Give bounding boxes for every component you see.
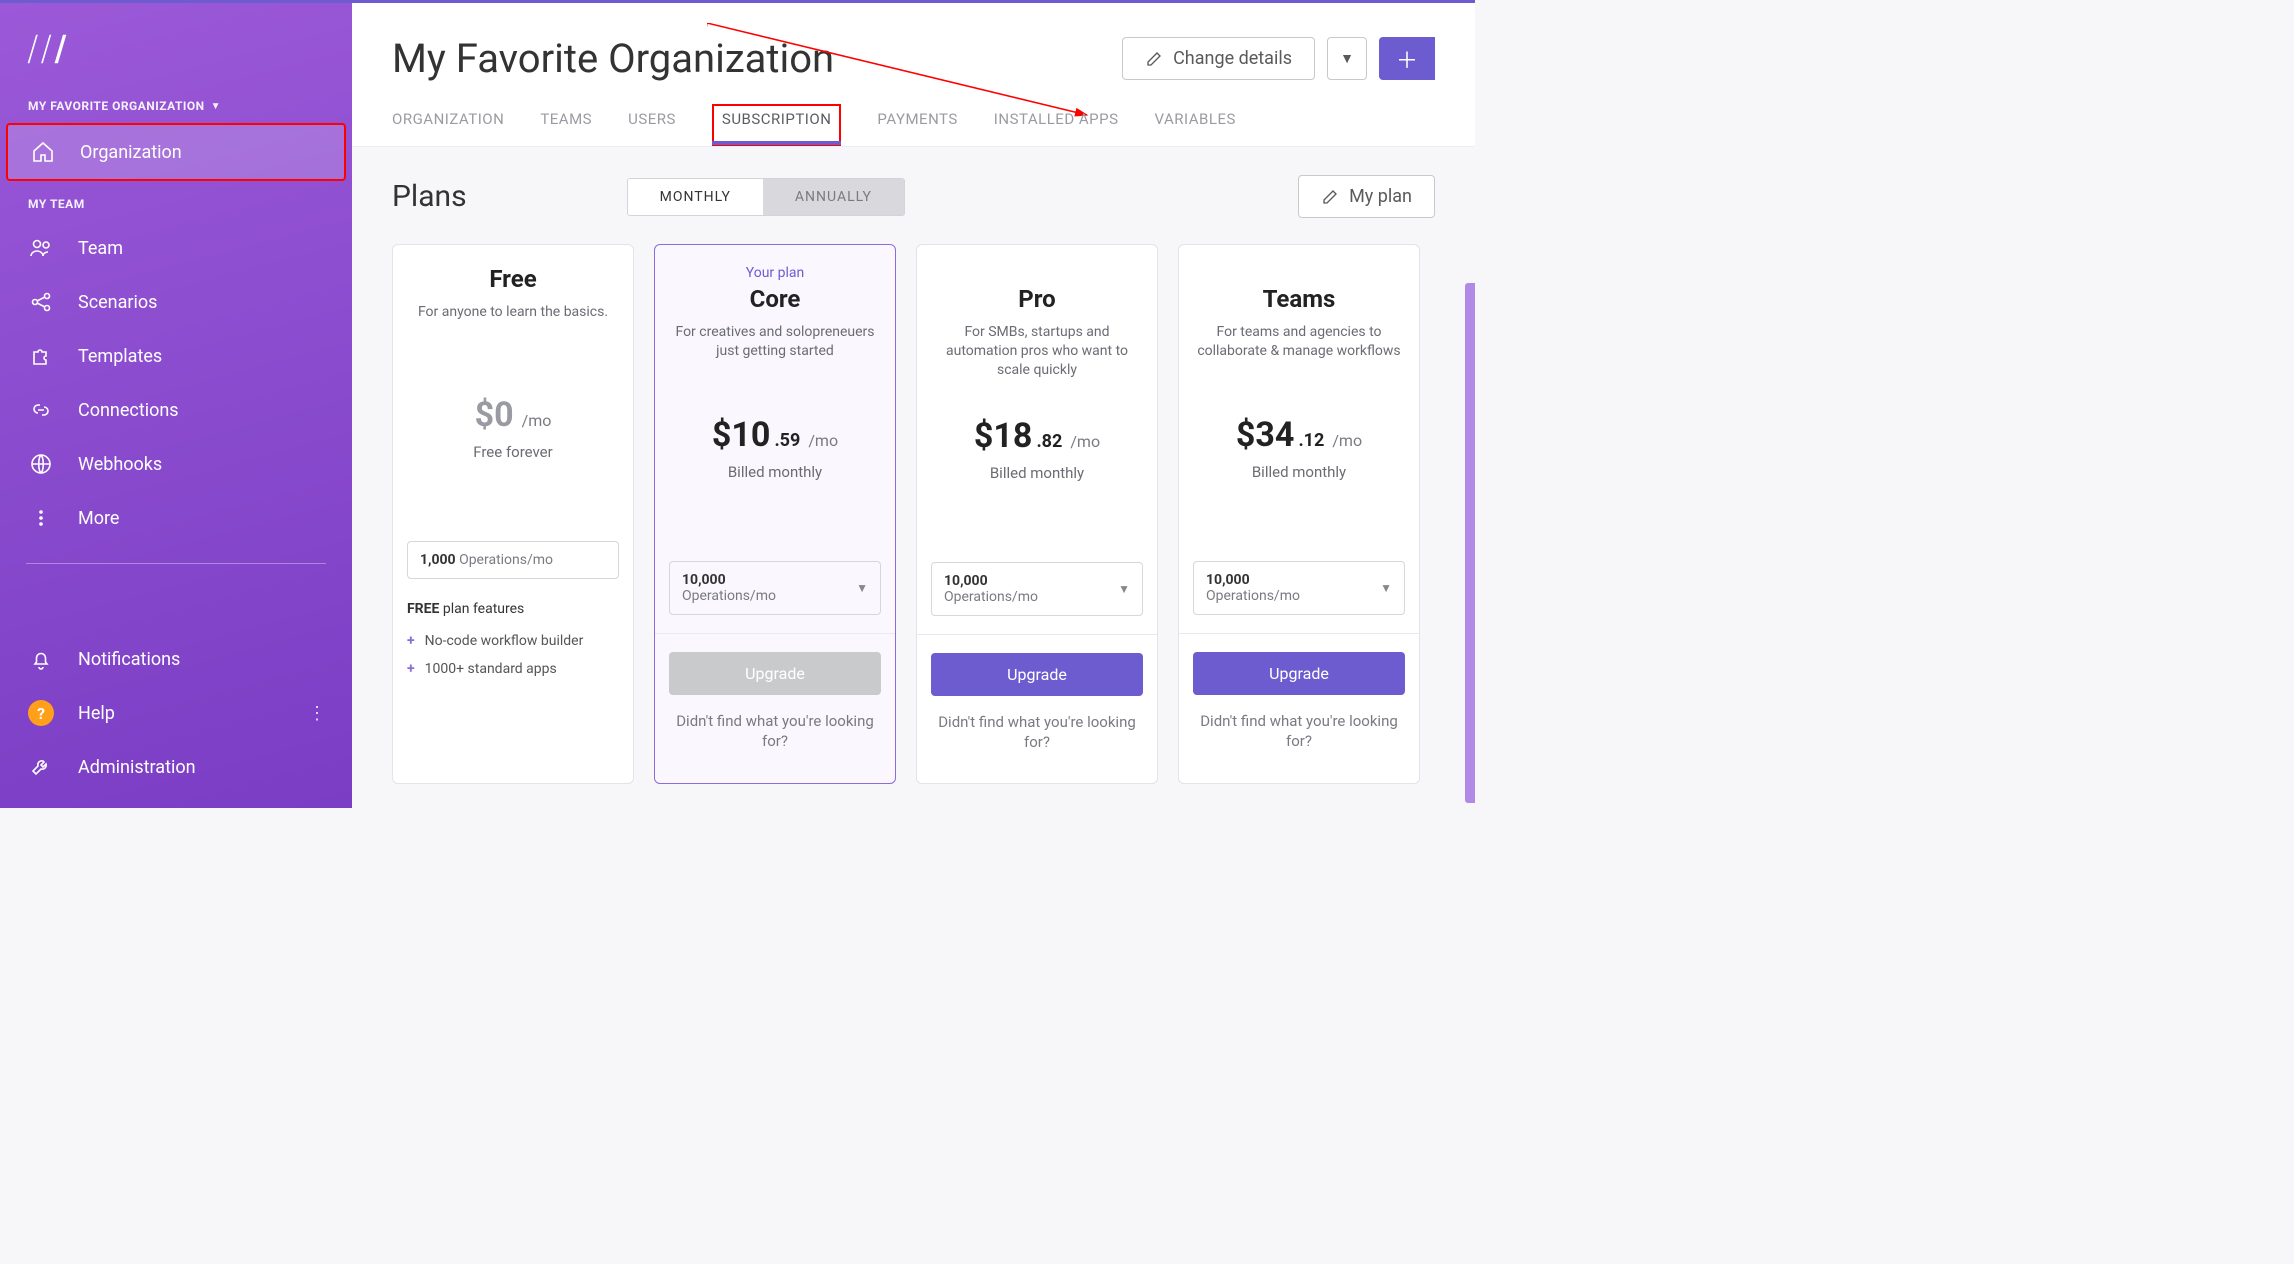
- plan-name: Teams: [1193, 285, 1405, 313]
- feature-item: +No-code workflow builder: [407, 627, 619, 655]
- operations-select[interactable]: 10,000Operations/mo ▼: [669, 561, 881, 615]
- sidebar-label: Team: [78, 238, 123, 259]
- tab-variables[interactable]: VARIABLES: [1155, 110, 1236, 146]
- sidebar-label: Administration: [78, 757, 196, 778]
- plan-price: $10.59 /mo: [669, 415, 881, 455]
- plans-title: Plans: [392, 179, 467, 214]
- my-plan-button[interactable]: My plan: [1298, 175, 1435, 218]
- tab-subscription[interactable]: SUBSCRIPTION: [712, 104, 841, 146]
- plus-icon: ＋: [1396, 43, 1418, 75]
- sidebar-item-connections[interactable]: Connections: [0, 383, 352, 437]
- tab-users[interactable]: USERS: [628, 110, 676, 146]
- operations-display: 1,000 Operations/mo: [407, 541, 619, 579]
- plan-price: $34.12 /mo: [1193, 415, 1405, 455]
- features-head: FREE plan features: [407, 601, 619, 617]
- team-label: MY TEAM: [0, 191, 352, 221]
- edit-icon: [1145, 50, 1163, 68]
- plan-sub: For SMBs, startups and automation pros w…: [931, 323, 1143, 380]
- tab-organization[interactable]: ORGANIZATION: [392, 110, 504, 146]
- toggle-monthly[interactable]: MONTHLY: [628, 179, 763, 215]
- sidebar-item-more[interactable]: More: [0, 491, 352, 545]
- upgrade-button: Upgrade: [669, 652, 881, 695]
- edit-icon: [1321, 188, 1339, 206]
- caret-down-icon: ▼: [1380, 581, 1392, 595]
- logo[interactable]: [0, 33, 352, 93]
- share-icon: [28, 289, 54, 315]
- tab-installed-apps[interactable]: INSTALLED APPS: [994, 110, 1119, 146]
- sidebar-item-templates[interactable]: Templates: [0, 329, 352, 383]
- plan-card-free: Free For anyone to learn the basics. $0 …: [392, 244, 634, 784]
- not-found-text: Didn't find what you're looking for?: [1193, 711, 1405, 752]
- sidebar-item-organization[interactable]: Organization: [6, 123, 346, 181]
- sidebar: MY FAVORITE ORGANIZATION ▼ Organization …: [0, 3, 352, 808]
- sidebar-label: Scenarios: [78, 292, 157, 313]
- sidebar-label: Webhooks: [78, 454, 162, 475]
- puzzle-icon: [28, 343, 54, 369]
- sidebar-item-scenarios[interactable]: Scenarios: [0, 275, 352, 329]
- sidebar-label: Notifications: [78, 649, 180, 670]
- operations-select[interactable]: 10,000Operations/mo ▼: [1193, 561, 1405, 615]
- sidebar-label: Templates: [78, 346, 162, 367]
- caret-down-icon: ▼: [211, 101, 221, 112]
- sidebar-item-webhooks[interactable]: Webhooks: [0, 437, 352, 491]
- tab-payments[interactable]: PAYMENTS: [877, 110, 957, 146]
- plan-sub: For creatives and solopreneuers just get…: [669, 323, 881, 379]
- home-icon: [30, 139, 56, 165]
- upgrade-button[interactable]: Upgrade: [1193, 652, 1405, 695]
- link-icon: [28, 397, 54, 423]
- globe-icon: [28, 451, 54, 477]
- add-button[interactable]: ＋: [1379, 37, 1435, 80]
- sidebar-label: Help: [78, 703, 115, 724]
- sidebar-label: Connections: [78, 400, 179, 421]
- org-label[interactable]: MY FAVORITE ORGANIZATION ▼: [0, 93, 352, 123]
- tabs: ORGANIZATION TEAMS USERS SUBSCRIPTION PA…: [352, 82, 1475, 147]
- bell-icon: [28, 646, 54, 672]
- not-found-text: Didn't find what you're looking for?: [669, 711, 881, 752]
- next-card-chip[interactable]: [1465, 283, 1475, 803]
- main: My Favorite Organization Change details …: [352, 3, 1475, 808]
- plan-name: Core: [669, 285, 881, 313]
- page-title: My Favorite Organization: [392, 35, 834, 82]
- plan-cards: Free For anyone to learn the basics. $0 …: [392, 244, 1435, 784]
- sidebar-item-administration[interactable]: Administration: [0, 740, 352, 794]
- dots-vertical-icon: [28, 505, 54, 531]
- plan-price: $18.82 /mo: [931, 416, 1143, 456]
- caret-down-icon: ▼: [856, 581, 868, 595]
- plan-card-teams: Teams For teams and agencies to collabor…: [1178, 244, 1420, 784]
- upgrade-button[interactable]: Upgrade: [931, 653, 1143, 696]
- plan-name: Free: [407, 265, 619, 293]
- sidebar-item-notifications[interactable]: Notifications: [0, 632, 352, 686]
- kebab-icon[interactable]: ⋮: [308, 703, 326, 724]
- your-plan-badge: Your plan: [669, 265, 881, 281]
- users-icon: [28, 235, 54, 261]
- operations-select[interactable]: 10,000Operations/mo ▼: [931, 562, 1143, 616]
- not-found-text: Didn't find what you're looking for?: [931, 712, 1143, 753]
- wrench-icon: [28, 754, 54, 780]
- plan-sub: For teams and agencies to collaborate & …: [1193, 323, 1405, 379]
- help-icon: ?: [28, 700, 54, 726]
- billing-toggle: MONTHLY ANNUALLY: [627, 178, 905, 216]
- plan-sub: For anyone to learn the basics.: [407, 303, 619, 359]
- sidebar-label: Organization: [80, 142, 182, 163]
- plan-price: $0 /mo: [407, 395, 619, 435]
- toggle-annually[interactable]: ANNUALLY: [763, 179, 904, 215]
- tab-teams[interactable]: TEAMS: [540, 110, 592, 146]
- sidebar-item-team[interactable]: Team: [0, 221, 352, 275]
- change-details-button[interactable]: Change details: [1122, 37, 1315, 80]
- plan-card-pro: Pro For SMBs, startups and automation pr…: [916, 244, 1158, 784]
- plan-card-core: Your plan Core For creatives and solopre…: [654, 244, 896, 784]
- feature-item: +1000+ standard apps: [407, 655, 619, 683]
- plan-name: Pro: [931, 285, 1143, 313]
- sidebar-label: More: [78, 508, 119, 529]
- caret-down-icon: ▼: [1118, 582, 1130, 596]
- sidebar-item-help[interactable]: ? Help ⋮: [0, 686, 352, 740]
- change-details-dropdown[interactable]: ▼: [1327, 37, 1367, 80]
